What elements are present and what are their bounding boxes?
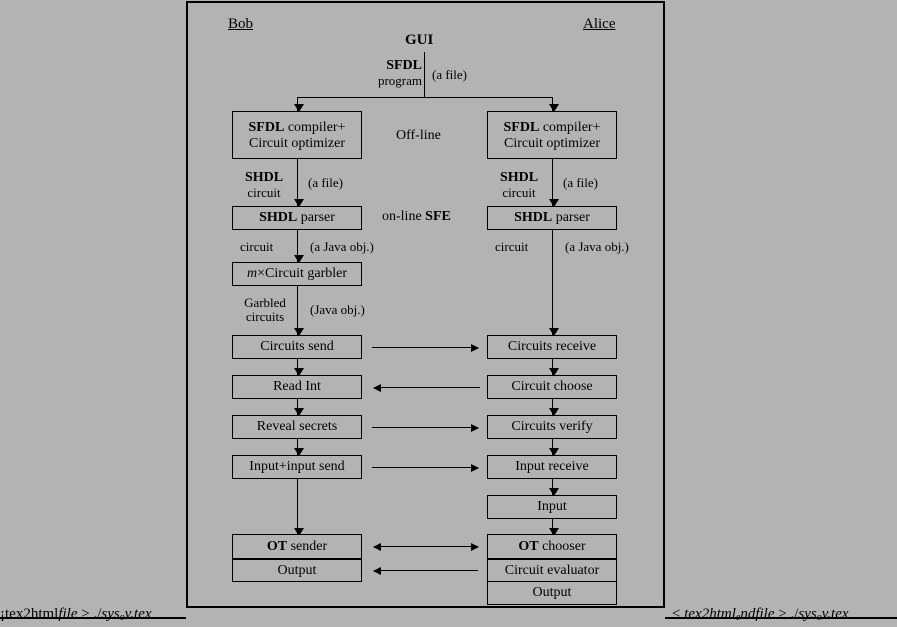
- arrow-circuits-send-to-read-int: [293, 359, 304, 376]
- phase-label-offline: Off-line: [396, 128, 441, 143]
- arrow-parser-to-garbler: [293, 230, 304, 263]
- party-label-alice: Alice: [583, 16, 616, 32]
- stack-ot-sender-output[interactable]: OT sender Output: [232, 534, 362, 582]
- edge-annotation-garbled-circuits: (Java obj.): [310, 302, 365, 317]
- arrow-reveal-secrets-to-verify: [372, 423, 479, 432]
- box-output-right[interactable]: Output: [488, 581, 616, 604]
- gui-label: GUI: [405, 32, 434, 48]
- edge-annotation-circuit-left: (a Java obj.): [310, 239, 374, 254]
- box-circuit-evaluator[interactable]: Circuit evaluator: [488, 558, 616, 581]
- edge-annotation-shdl-circuit-right: (a file): [563, 175, 599, 190]
- box-input-receive[interactable]: Input receive: [487, 455, 617, 479]
- arrow-read-int-to-reveal-secrets: [293, 399, 304, 416]
- edge-label-circuit-left: circuit: [240, 239, 274, 254]
- arrow-circuits-verify-to-input-receive: [548, 439, 559, 456]
- edge-label-shdl-circuit-left: SHDL circuit: [244, 170, 284, 200]
- gui-stem-line: [424, 52, 425, 97]
- arrow-input-to-ot-chooser: [548, 519, 559, 536]
- diagram-canvas: ¡tex2htmlfile > ./sysov.tex < tex2htmlen…: [0, 0, 897, 627]
- edge-annotation-shdl-circuit-left: (a file): [308, 175, 344, 190]
- box-output-left[interactable]: Output: [233, 558, 361, 581]
- edge-label-sfdl-program: SFDL program: [377, 58, 422, 88]
- edge-annotation-sfdl-program: (a file): [432, 67, 468, 82]
- branch-bar: [297, 97, 553, 98]
- box-sfdl-compiler-right[interactable]: SFDL compiler+ Circuit optimizer: [487, 111, 617, 159]
- box-shdl-parser-right[interactable]: SHDL parser: [487, 206, 617, 230]
- box-circuits-verify[interactable]: Circuits verify: [487, 415, 617, 439]
- branch-arrow-left: [293, 97, 304, 112]
- arrow-circuit-choose-to-read-int: [373, 383, 480, 392]
- box-input-input-send[interactable]: Input+input send: [232, 455, 362, 479]
- stack-ot-chooser-evaluator-output[interactable]: OT chooser Circuit evaluator Output: [487, 534, 617, 605]
- box-reveal-secrets[interactable]: Reveal secrets: [232, 415, 362, 439]
- box-circuit-garbler[interactable]: m×Circuit garbler: [232, 262, 362, 286]
- branch-arrow-right: [548, 97, 559, 112]
- arrow-input-send-to-input-receive: [372, 463, 479, 472]
- arrow-parser-to-circuits-receive: [548, 230, 559, 336]
- box-circuit-choose[interactable]: Circuit choose: [487, 375, 617, 399]
- footer-caption-left: ¡tex2htmlfile > ./sysov.tex: [0, 606, 152, 624]
- arrow-garbler-to-circuits-send: [293, 286, 304, 336]
- box-shdl-parser-left[interactable]: SHDL parser: [232, 206, 362, 230]
- edge-annotation-circuit-right: (a Java obj.): [565, 239, 629, 254]
- arrow-ot-sender-chooser-bidirectional: [373, 542, 479, 551]
- box-ot-chooser[interactable]: OT chooser: [488, 535, 616, 558]
- arrow-reveal-secrets-to-input-send: [293, 439, 304, 456]
- edge-label-garbled-circuits: Garbled circuits: [244, 295, 286, 324]
- arrow-input-receive-to-input: [548, 479, 559, 496]
- footer-caption-right: < tex2htmlendfile > ./sysov.tex: [672, 606, 849, 624]
- box-input[interactable]: Input: [487, 495, 617, 519]
- box-circuits-receive[interactable]: Circuits receive: [487, 335, 617, 359]
- box-ot-sender[interactable]: OT sender: [233, 535, 361, 558]
- arrow-compiler-to-parser-right: [548, 159, 559, 207]
- edge-label-shdl-circuit-right: SHDL circuit: [499, 170, 539, 200]
- arrow-circuits-receive-to-circuit-choose: [548, 359, 559, 376]
- arrow-evaluator-to-output: [373, 566, 478, 575]
- party-label-bob: Bob: [228, 16, 254, 32]
- arrow-circuit-choose-to-circuits-verify: [548, 399, 559, 416]
- arrow-compiler-to-parser-left: [293, 159, 304, 207]
- phase-label-online: on-line SFE: [382, 209, 451, 224]
- edge-label-circuit-right: circuit: [495, 239, 529, 254]
- arrow-input-send-to-ot-sender: [293, 479, 304, 536]
- box-sfdl-compiler-left[interactable]: SFDL compiler+ Circuit optimizer: [232, 111, 362, 159]
- box-read-int[interactable]: Read Int: [232, 375, 362, 399]
- box-circuits-send[interactable]: Circuits send: [232, 335, 362, 359]
- arrow-circuits-send-to-receive: [372, 343, 479, 352]
